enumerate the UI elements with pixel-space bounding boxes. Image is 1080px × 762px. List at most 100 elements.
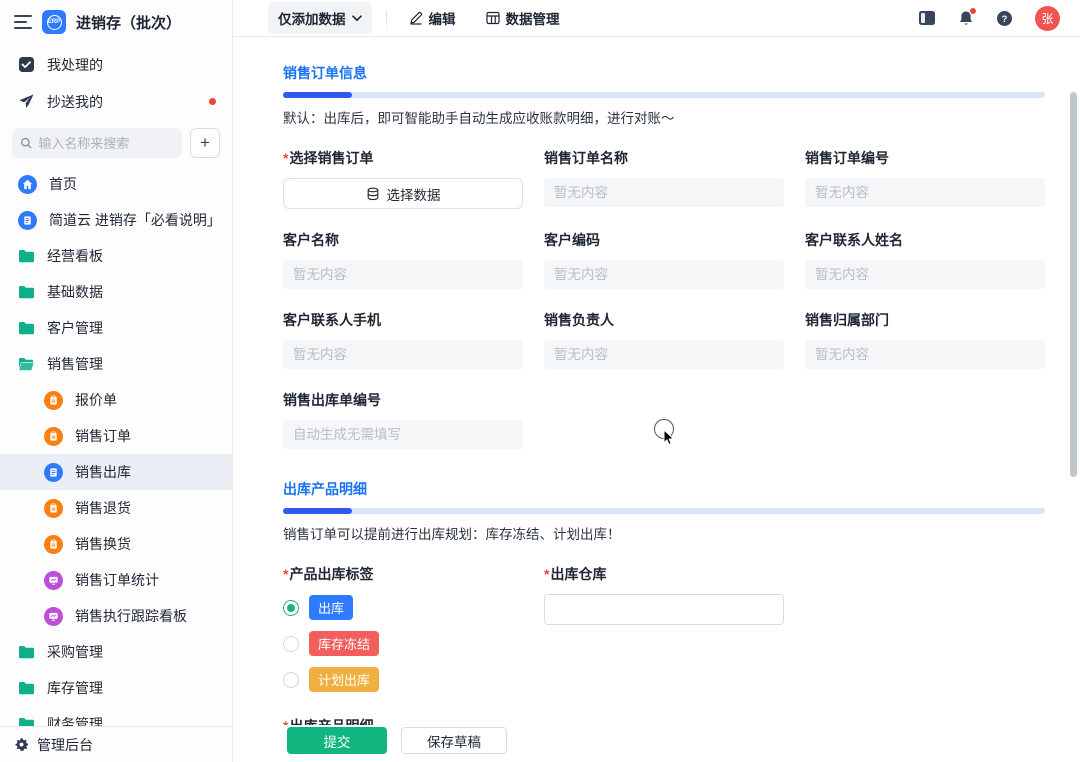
order-no-input[interactable] bbox=[805, 178, 1045, 207]
help-button[interactable]: ? bbox=[996, 10, 1013, 27]
toolbar-divider bbox=[385, 10, 387, 26]
chart-icon bbox=[44, 570, 63, 590]
sidebar-item-cc-to-me[interactable]: 抄送我的 bbox=[0, 83, 232, 120]
radio-option-outbound[interactable]: 出库 bbox=[283, 595, 523, 620]
warehouse-input[interactable] bbox=[544, 594, 784, 625]
submit-button[interactable]: 提交 bbox=[287, 727, 387, 754]
notifications-button[interactable] bbox=[958, 6, 977, 27]
outbound-no-input[interactable] bbox=[283, 420, 523, 449]
sidebar-item-label: 销售出库 bbox=[75, 464, 131, 480]
tag-badge: 出库 bbox=[309, 595, 354, 620]
radio-icon[interactable] bbox=[283, 671, 299, 688]
field-label: 选择销售订单 bbox=[283, 148, 523, 168]
sidebar-item-dashboard-group[interactable]: 经营看板 bbox=[0, 238, 232, 274]
field-sales-dept: 销售归属部门 bbox=[805, 310, 1045, 369]
contact-phone-input[interactable] bbox=[283, 340, 523, 369]
folder-icon bbox=[19, 286, 34, 299]
top-toolbar: 仅添加数据 编辑 数据管理 ? 张 bbox=[233, 0, 1080, 37]
sidebar-item-home[interactable]: 首页 bbox=[0, 166, 232, 202]
sidebar-item-sales-outbound[interactable]: 销售出库 bbox=[0, 454, 232, 490]
sidebar-item-purchase-group[interactable]: 采购管理 bbox=[0, 634, 232, 670]
sidebar-item-label: 首页 bbox=[49, 176, 77, 192]
sidebar-item-sales-return[interactable]: 销售退货 bbox=[0, 490, 232, 526]
sidebar-item-inventory-group[interactable]: 库存管理 bbox=[0, 670, 232, 706]
doc-icon bbox=[44, 462, 63, 482]
sidebar-search[interactable] bbox=[12, 128, 182, 158]
select-data-button[interactable]: 选择数据 bbox=[283, 178, 523, 209]
tasks-check-icon bbox=[19, 57, 34, 72]
sidebar-item-customer-group[interactable]: 客户管理 bbox=[0, 310, 232, 346]
customer-code-input[interactable] bbox=[544, 260, 784, 289]
sales-owner-input[interactable] bbox=[544, 340, 784, 369]
search-input[interactable] bbox=[38, 135, 174, 151]
send-icon bbox=[19, 94, 34, 108]
user-avatar[interactable]: 张 bbox=[1035, 5, 1060, 31]
order-name-input[interactable] bbox=[544, 178, 784, 207]
field-label: 客户编码 bbox=[544, 232, 600, 248]
mode-dropdown-button[interactable]: 仅添加数据 bbox=[268, 2, 372, 34]
field-customer-code: 客户编码 bbox=[544, 230, 784, 289]
section-title-outbound-detail: 出库产品明细 bbox=[283, 481, 367, 497]
folder-open-icon bbox=[19, 358, 34, 371]
folder-icon bbox=[19, 322, 34, 335]
sidebar-item-quotation[interactable]: 报价单 bbox=[0, 382, 232, 418]
form-icon bbox=[44, 498, 63, 518]
sidebar-item-sales-order[interactable]: 销售订单 bbox=[0, 418, 232, 454]
unread-dot bbox=[209, 98, 216, 105]
field-label: 出库仓库 bbox=[544, 564, 784, 584]
radio-icon[interactable] bbox=[283, 635, 299, 652]
sidebar-nav: 首页 简道云 进销存「必看说明」 经营看板 基础数据 客户管理 销售管理 报价单 bbox=[0, 164, 232, 726]
sidebar-item-base-data-group[interactable]: 基础数据 bbox=[0, 274, 232, 310]
sidebar-item-sales-exchange[interactable]: 销售换货 bbox=[0, 526, 232, 562]
sidebar-item-label: 库存管理 bbox=[47, 680, 103, 696]
app-title: 进销存（批次） bbox=[76, 14, 182, 32]
section-desc: 默认：出库后，即可智能助手自动生成应收账款明细，进行对账～ bbox=[283, 111, 675, 126]
app-logo-icon: ERP bbox=[42, 10, 66, 34]
field-label: 产品出库标签 bbox=[283, 564, 523, 584]
field-customer-name: 客户名称 bbox=[283, 230, 523, 289]
menu-icon[interactable] bbox=[14, 15, 32, 29]
avatar-text: 张 bbox=[1041, 11, 1054, 26]
sidebar-item-label: 基础数据 bbox=[47, 284, 103, 300]
field-label: 销售订单编号 bbox=[805, 150, 889, 166]
sidebar-item-label: 销售订单统计 bbox=[75, 572, 159, 588]
folder-icon bbox=[19, 718, 34, 726]
field-sales-owner: 销售负责人 bbox=[544, 310, 784, 369]
vertical-scrollbar[interactable] bbox=[1070, 92, 1077, 477]
field-label: 销售订单名称 bbox=[544, 150, 628, 166]
form-icon bbox=[44, 534, 63, 554]
sidebar-item-admin-console[interactable]: 管理后台 bbox=[0, 726, 232, 762]
mode-dropdown-label: 仅添加数据 bbox=[278, 12, 346, 27]
section-desc: 销售订单可以提前进行出库规划：库存冻结、计划出库！ bbox=[283, 527, 621, 542]
chart-icon bbox=[44, 606, 63, 626]
customer-name-input[interactable] bbox=[283, 260, 523, 289]
field-outbound-tag: 产品出库标签 出库 库存冻结 计划出库 bbox=[283, 564, 523, 692]
sidebar-item-label: 财务管理 bbox=[47, 716, 103, 726]
sidebar-item-label: 报价单 bbox=[75, 392, 117, 408]
add-app-button[interactable]: + bbox=[190, 128, 220, 158]
radio-option-planned[interactable]: 计划出库 bbox=[283, 667, 523, 692]
sales-dept-input[interactable] bbox=[805, 340, 1045, 369]
field-label: 销售出库单编号 bbox=[283, 392, 381, 408]
edit-button[interactable]: 编辑 bbox=[401, 2, 464, 34]
sidebar-item-order-stats[interactable]: 销售订单统计 bbox=[0, 562, 232, 598]
gear-icon bbox=[15, 738, 29, 751]
radio-option-freeze[interactable]: 库存冻结 bbox=[283, 631, 523, 656]
database-icon bbox=[367, 187, 378, 200]
field-order-no: 销售订单编号 bbox=[805, 148, 1045, 209]
radio-selected-icon[interactable] bbox=[283, 599, 299, 616]
contact-name-input[interactable] bbox=[805, 260, 1045, 289]
section-progress-bar bbox=[283, 508, 1045, 514]
sidebar-item-guide[interactable]: 简道云 进销存「必看说明」 bbox=[0, 202, 232, 238]
data-management-button[interactable]: 数据管理 bbox=[478, 2, 568, 34]
sidebar-item-finance-group[interactable]: 财务管理 bbox=[0, 706, 232, 726]
sidebar-item-sales-group[interactable]: 销售管理 bbox=[0, 346, 232, 382]
chevron-down-icon bbox=[351, 14, 362, 21]
field-select-sales-order: 选择销售订单 选择数据 bbox=[283, 148, 523, 209]
collapse-panel-button[interactable] bbox=[918, 10, 936, 26]
sidebar-item-sales-tracking-board[interactable]: 销售执行跟踪看板 bbox=[0, 598, 232, 634]
sidebar-item-my-tasks[interactable]: 我处理的 bbox=[0, 46, 232, 83]
sidebar-item-label: 采购管理 bbox=[47, 644, 103, 660]
search-icon bbox=[20, 137, 32, 149]
save-draft-button[interactable]: 保存草稿 bbox=[401, 727, 507, 754]
